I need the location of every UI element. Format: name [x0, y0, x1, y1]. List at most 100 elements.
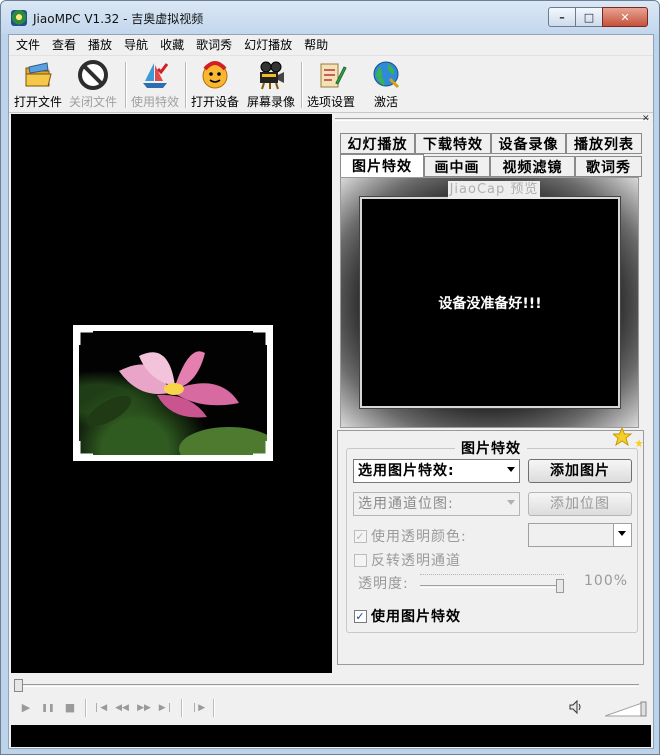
controls-separator: [213, 699, 215, 717]
lotus-photo: [79, 331, 267, 455]
toolbar: 打开文件 关闭文件 使用特效 打开设备 屏幕录像 选项设置 激活: [9, 55, 653, 113]
toolbar-separator: [301, 62, 303, 108]
invert-alpha-checkbox[interactable]: 反转透明通道: [354, 550, 461, 570]
use-effect-label: 使用特效: [130, 95, 179, 109]
folder-icon: [22, 59, 54, 91]
minimize-button[interactable]: –: [548, 7, 576, 27]
pause-button[interactable]: ❚❚: [39, 699, 57, 717]
seek-track[interactable]: [21, 684, 639, 687]
checkbox-box: [354, 553, 367, 567]
next-button[interactable]: ▶❘: [157, 699, 175, 717]
title-bar[interactable]: JiaoMPC V1.32 - 吉奥虚拟视频 – □ ✕: [1, 1, 659, 34]
no-entry-icon: [77, 59, 109, 91]
select-effect-dropdown[interactable]: 选用图片特效:: [353, 459, 520, 483]
use-transparent-color-checkbox[interactable]: ✓ 使用透明颜色:: [354, 526, 467, 546]
device-not-ready-message: 设备没准备好!!!: [438, 295, 542, 312]
use-image-effect-label: 使用图片特效: [371, 609, 461, 625]
tab-slideshow[interactable]: 幻灯播放: [340, 133, 415, 154]
activate-label: 激活: [373, 95, 398, 109]
transparency-text: 透明度:: [358, 576, 409, 592]
seek-bar[interactable]: [11, 677, 651, 693]
window-title: JiaoMPC V1.32 - 吉奥虚拟视频: [33, 12, 204, 26]
options-button[interactable]: 选项设置: [305, 59, 357, 111]
app-icon: [11, 10, 27, 26]
open-device-label: 打开设备: [190, 95, 239, 109]
close-button[interactable]: ✕: [602, 7, 648, 27]
checkbox-box: ✓: [354, 609, 367, 623]
menu-lyrics[interactable]: 歌词秀: [190, 35, 238, 55]
invert-alpha-label: 反转透明通道: [371, 553, 461, 569]
transparency-value-text: 100%: [584, 573, 629, 589]
add-image-button[interactable]: 添加图片: [528, 459, 632, 483]
tab-download-effects[interactable]: 下载特效: [415, 133, 491, 154]
panel-grip[interactable]: [335, 118, 649, 121]
transparency-ticks: [420, 574, 564, 578]
seek-thumb[interactable]: [14, 679, 23, 692]
menu-favorites[interactable]: 收藏: [154, 35, 190, 55]
client-area: 文件 查看 播放 导航 收藏 歌词秀 幻灯播放 帮助 打开文件 关闭文件 使用特…: [8, 34, 654, 749]
screen-record-label: 屏幕录像: [246, 95, 295, 109]
close-file-button[interactable]: 关闭文件: [67, 59, 119, 111]
star-icon: [613, 427, 643, 447]
video-display[interactable]: [11, 114, 332, 673]
tab-lyrics[interactable]: 歌词秀: [575, 156, 642, 177]
rewind-button[interactable]: ◀◀: [113, 699, 131, 717]
tab-device-record[interactable]: 设备录像: [491, 133, 566, 154]
menu-help[interactable]: 帮助: [298, 35, 334, 55]
select-channel-dropdown[interactable]: 选用通道位图:: [353, 492, 520, 516]
checkbox-box: ✓: [354, 529, 367, 543]
menu-view[interactable]: 查看: [46, 35, 82, 55]
screen-record-button[interactable]: 屏幕录像: [245, 59, 297, 111]
maximize-button[interactable]: □: [575, 7, 603, 27]
tab-playlist[interactable]: 播放列表: [566, 133, 642, 154]
toolbar-separator: [125, 62, 127, 108]
preview-screen: 设备没准备好!!!: [360, 197, 620, 408]
menu-bar: 文件 查看 播放 导航 收藏 歌词秀 幻灯播放 帮助: [9, 35, 653, 55]
image-effects-panel: 图片特效 选用图片特效: 添加图片 选用通道位图: 添加位图 ✓ 使用透明颜色:…: [337, 427, 644, 665]
use-effect-button[interactable]: 使用特效: [129, 59, 181, 111]
stop-button[interactable]: ■: [61, 699, 79, 717]
status-bar: [11, 725, 651, 747]
previous-button[interactable]: ❘◀: [91, 699, 109, 717]
transparency-slider-thumb[interactable]: [556, 579, 564, 593]
controls-separator: [181, 699, 183, 717]
step-frame-button[interactable]: ❘▶: [189, 699, 207, 717]
use-image-effect-checkbox[interactable]: ✓ 使用图片特效: [354, 606, 461, 626]
activate-button[interactable]: 激活: [361, 59, 411, 111]
transparency-value: 100%: [584, 573, 628, 589]
tab-picture-in-picture[interactable]: 画中画: [424, 156, 490, 177]
sailboat-icon: [139, 59, 171, 91]
speaker-icon[interactable]: [567, 699, 585, 717]
chevron-down-icon: [618, 531, 626, 536]
tab-video-filter[interactable]: 视频滤镜: [490, 156, 575, 177]
options-label: 选项设置: [306, 95, 355, 109]
transparent-color-picker[interactable]: [528, 523, 632, 547]
menu-file[interactable]: 文件: [9, 35, 46, 55]
select-effect-value: 选用图片特效:: [358, 463, 455, 479]
webcam-face-icon: [199, 59, 231, 91]
menu-navigate[interactable]: 导航: [118, 35, 154, 55]
menu-play[interactable]: 播放: [82, 35, 118, 55]
tab-image-effects[interactable]: 图片特效: [340, 154, 424, 177]
lotus-image: [73, 325, 273, 461]
transparency-label: 透明度:: [358, 573, 409, 593]
group-title: 图片特效: [455, 438, 527, 458]
open-device-button[interactable]: 打开设备: [189, 59, 241, 111]
playback-controls: ▶ ❚❚ ■ ❘◀ ◀◀ ▶▶ ▶❘ ❘▶: [11, 695, 651, 721]
panel-close-icon[interactable]: ✕: [642, 114, 650, 124]
preview-frame: 设备没准备好!!!: [340, 177, 639, 428]
fast-forward-button[interactable]: ▶▶: [135, 699, 153, 717]
app-window: JiaoMPC V1.32 - 吉奥虚拟视频 – □ ✕ 文件 查看 播放 导航…: [0, 0, 660, 755]
select-channel-value: 选用通道位图:: [358, 496, 454, 512]
menu-slideshow[interactable]: 幻灯播放: [238, 35, 298, 55]
add-bitmap-button[interactable]: 添加位图: [528, 492, 632, 516]
chevron-down-icon: [507, 467, 515, 472]
open-file-button[interactable]: 打开文件: [13, 59, 63, 111]
volume-slider[interactable]: [604, 701, 647, 717]
play-button[interactable]: ▶: [17, 699, 35, 717]
transparency-slider[interactable]: [420, 585, 564, 588]
clipboard-pen-icon: [315, 59, 347, 91]
globe-icon: [370, 59, 402, 91]
controls-separator: [85, 699, 87, 717]
side-panel: ✕ 幻灯播放 下载特效 设备录像 播放列表 图片特效 画中画 视频滤镜 歌词秀 …: [335, 114, 653, 673]
